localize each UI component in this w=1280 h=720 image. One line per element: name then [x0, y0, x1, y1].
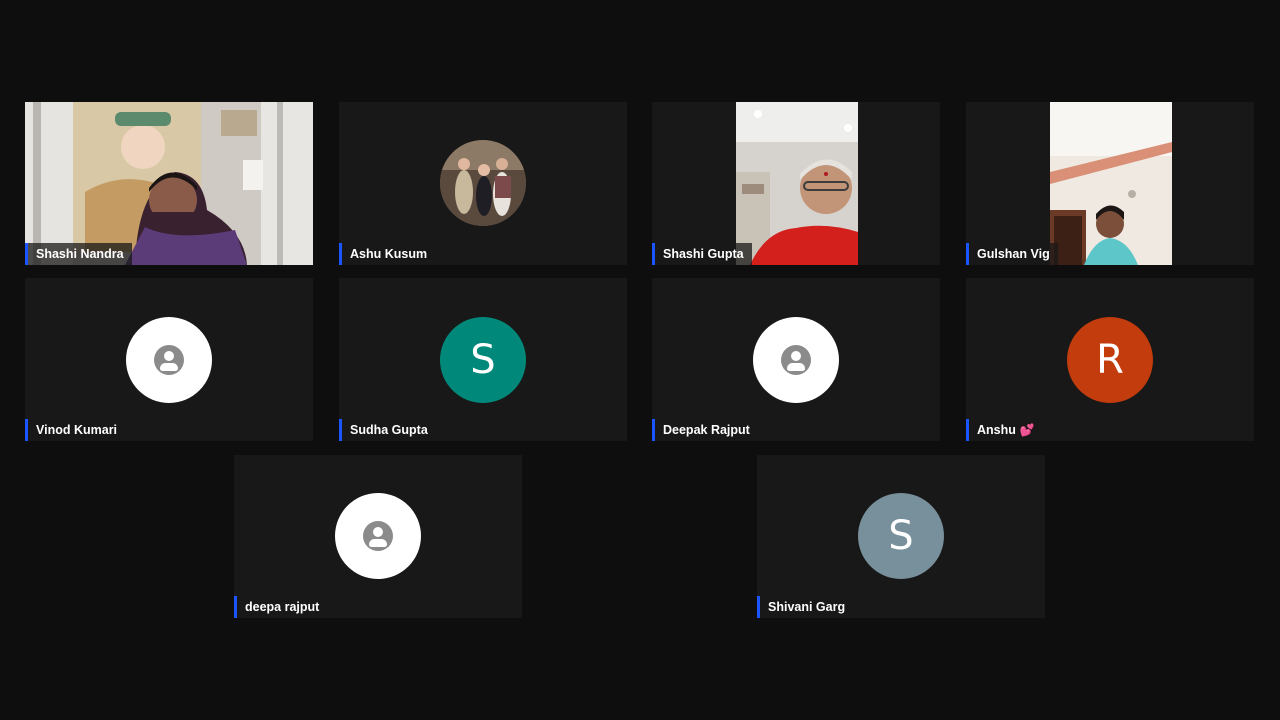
- avatar-initial: S: [888, 513, 914, 559]
- participant-name: Anshu: [977, 423, 1016, 437]
- participant-name-tag: Sudha Gupta: [339, 419, 436, 441]
- participant-name: Shashi Gupta: [663, 247, 744, 261]
- person-icon: [363, 521, 393, 551]
- participant-name-tag: Ashu Kusum: [339, 243, 436, 265]
- person-icon: [781, 345, 811, 375]
- person-icon: [154, 345, 184, 375]
- participant-name: Sudha Gupta: [350, 423, 428, 437]
- video-feed-gulshan-vig: [1050, 102, 1172, 265]
- video-feed-shashi-nandra: [25, 102, 313, 265]
- hearts-emoji: 💕: [1019, 423, 1035, 437]
- participant-tile-gulshan-vig[interactable]: Gulshan Vig: [966, 102, 1254, 265]
- participant-tile-shashi-gupta[interactable]: Shashi Gupta: [652, 102, 940, 265]
- participant-name: Ashu Kusum: [350, 247, 428, 261]
- participant-tile-deepak-rajput[interactable]: Deepak Rajput: [652, 278, 940, 441]
- participant-tile-vinod-kumari[interactable]: Vinod Kumari: [25, 278, 313, 441]
- participant-avatar: R: [1067, 317, 1153, 403]
- participant-name-tag: Anshu 💕: [966, 419, 1043, 441]
- participant-avatar: [126, 317, 212, 403]
- video-feed-shashi-gupta: [736, 102, 858, 265]
- participant-photo-avatar: [440, 140, 526, 226]
- participant-name-tag: Shashi Gupta: [652, 243, 752, 265]
- participant-avatar: S: [440, 317, 526, 403]
- participant-name-tag: Shivani Garg: [757, 596, 854, 618]
- participant-name: Vinod Kumari: [36, 423, 118, 437]
- participant-name-tag: Vinod Kumari: [25, 419, 126, 441]
- participant-name: Shivani Garg: [768, 600, 846, 614]
- participant-name: Gulshan Vig: [977, 247, 1050, 261]
- participant-name-tag: Deepak Rajput: [652, 419, 758, 441]
- participant-tile-shashi-nandra[interactable]: Shashi Nandra: [25, 102, 313, 265]
- participant-name-tag: Shashi Nandra: [25, 243, 132, 265]
- participant-name: Deepak Rajput: [663, 423, 750, 437]
- participant-avatar: S: [858, 493, 944, 579]
- participant-name: deepa rajput: [245, 600, 320, 614]
- participant-tile-sudha-gupta[interactable]: S Sudha Gupta: [339, 278, 627, 441]
- participant-name-tag: deepa rajput: [234, 596, 328, 618]
- participant-tile-ashu-kusum[interactable]: Ashu Kusum: [339, 102, 627, 265]
- avatar-initial: R: [1096, 337, 1124, 383]
- participant-tile-deepa-rajput[interactable]: deepa rajput: [234, 455, 522, 618]
- avatar-initial: S: [470, 337, 496, 383]
- participant-name: Shashi Nandra: [36, 247, 124, 261]
- participant-avatar: [335, 493, 421, 579]
- participant-name-tag: Gulshan Vig: [966, 243, 1058, 265]
- participant-tile-shivani-garg[interactable]: S Shivani Garg: [757, 455, 1045, 618]
- participant-tile-anshu[interactable]: R Anshu 💕: [966, 278, 1254, 441]
- participant-avatar: [753, 317, 839, 403]
